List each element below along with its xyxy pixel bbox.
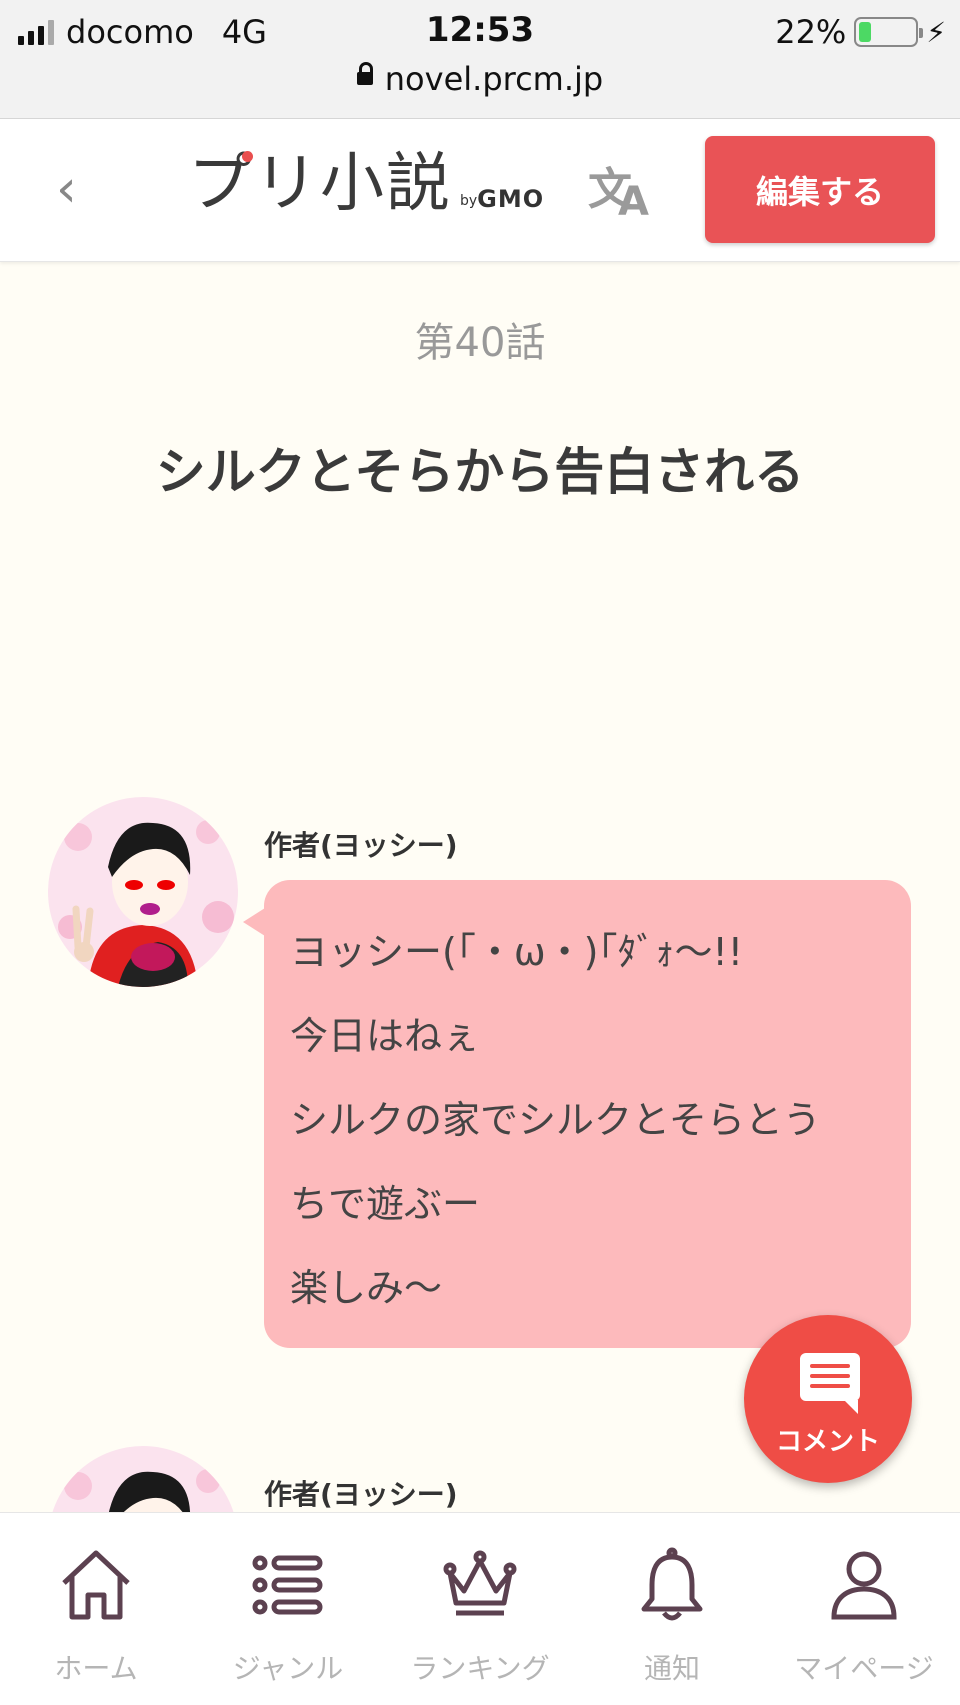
nav-item-ranking[interactable]: ランキング [384, 1513, 576, 1705]
edit-button[interactable]: 編集する [705, 136, 935, 243]
nav-label: マイページ [794, 1652, 934, 1685]
translate-icon[interactable]: 文A [588, 153, 658, 225]
nav-label: ランキング [410, 1652, 550, 1685]
app-logo[interactable]: プリ小説 by GMO [188, 149, 544, 219]
message-line: ヨッシー(｢・ω・)｢ﾀﾞｫ〜!! [290, 930, 743, 974]
message-line: 楽しみ〜 [290, 1266, 443, 1310]
url-text: novel.prcm.jp [384, 60, 604, 98]
lock-icon [356, 61, 373, 85]
logo-text: プリ小説 [188, 147, 452, 221]
message-line: ちで遊ぶー [290, 1182, 481, 1226]
home-icon [58, 1547, 134, 1627]
battery-area: 22% ⚡ [775, 12, 946, 52]
comment-label: コメント [775, 1427, 880, 1457]
bell-icon [634, 1547, 710, 1627]
bubble-tail [243, 908, 265, 936]
nav-label: ホーム [54, 1652, 138, 1685]
message-bubble: ヨッシー(｢・ω・)｢ﾀﾞｫ〜!! 今日はねぇ シルクの家でシルクとそらとう ち… [264, 880, 911, 1348]
person-icon [826, 1547, 902, 1627]
status-bar: docomo 4G 12:53 22% ⚡ novel.prcm.jp [0, 0, 960, 119]
nav-item-mypage[interactable]: マイページ [768, 1513, 960, 1705]
nav-item-genre[interactable]: ジャンル [192, 1513, 384, 1705]
nav-item-home[interactable]: ホーム [0, 1513, 192, 1705]
app-header: ‹ プリ小説 by GMO 文A 編集する [0, 119, 960, 262]
comment-icon [800, 1353, 860, 1414]
nav-label: ジャンル [232, 1652, 344, 1685]
message-line: 今日はねぇ [290, 1014, 481, 1058]
nav-item-notifications[interactable]: 通知 [576, 1513, 768, 1705]
comment-button[interactable]: コメント [744, 1315, 912, 1483]
battery-icon [854, 17, 924, 47]
battery-level [859, 22, 872, 42]
address-bar[interactable]: novel.prcm.jp [0, 60, 960, 98]
list-icon [250, 1547, 326, 1627]
crown-icon [442, 1547, 518, 1627]
message-line: シルクの家でシルクとそらとう [290, 1098, 821, 1142]
chapter-title: シルクとそらから告白される [155, 443, 805, 501]
logo-dot [242, 151, 253, 162]
episode-number: 第40話 [414, 320, 546, 366]
author-avatar[interactable] [48, 797, 238, 987]
back-chevron-icon[interactable]: ‹ [56, 163, 77, 215]
nav-label: 通知 [643, 1652, 700, 1685]
charging-icon: ⚡ [926, 15, 946, 49]
author-name: 作者(ヨッシー) [264, 1478, 458, 1511]
bottom-navigation: ホーム ジャンル ランキング 通知 マイページ [0, 1512, 960, 1705]
author-name: 作者(ヨッシー) [264, 829, 458, 862]
logo-by: by [460, 193, 478, 209]
battery-percent: 22% [775, 13, 847, 51]
logo-brand: GMO [477, 185, 545, 213]
